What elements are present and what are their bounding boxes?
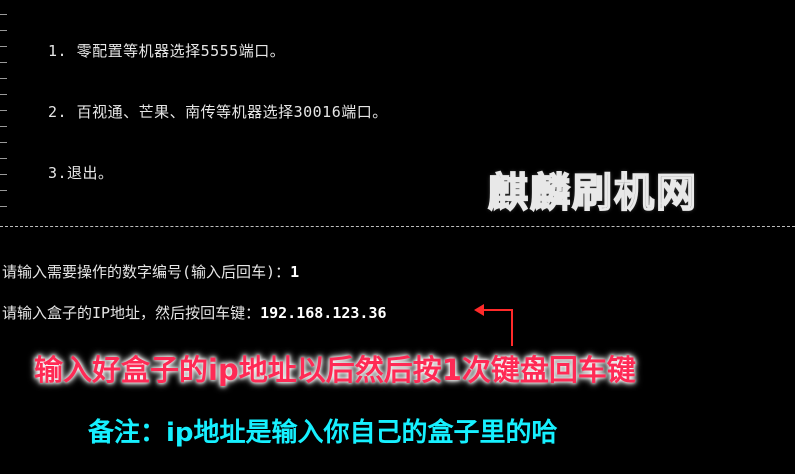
note-annotation: 备注：ip地址是输入你自己的盒子里的哈 xyxy=(88,418,558,448)
ip-input-value[interactable]: 192.168.123.36 xyxy=(260,304,386,322)
number-input-value[interactable]: 1 xyxy=(290,263,299,281)
menu-item-2: 2. 百视通、芒果、南传等机器选择30016端口。 xyxy=(48,103,388,121)
ip-prompt-label: 请输入盒子的IP地址，然后按回车键： xyxy=(2,304,261,322)
watermark-logo: 麒麟刷机网 xyxy=(487,168,698,217)
separator-line xyxy=(0,226,795,227)
menu-item-3: 3.退出。 xyxy=(48,164,114,182)
menu-item-1: 1. 零配置等机器选择5555端口。 xyxy=(48,42,286,60)
number-prompt-line: 请输入需要操作的数字编号(输入后回车)：1 xyxy=(2,261,299,282)
instruction-annotation: 输入好盒子的ip地址以后然后按1次键盘回车键 xyxy=(34,353,636,387)
left-border-dashes xyxy=(0,0,10,230)
pointer-arrow-icon xyxy=(474,304,513,346)
ip-prompt-line: 请输入盒子的IP地址，然后按回车键：192.168.123.36 xyxy=(2,302,387,323)
number-prompt-label: 请输入需要操作的数字编号(输入后回车)： xyxy=(2,263,291,281)
